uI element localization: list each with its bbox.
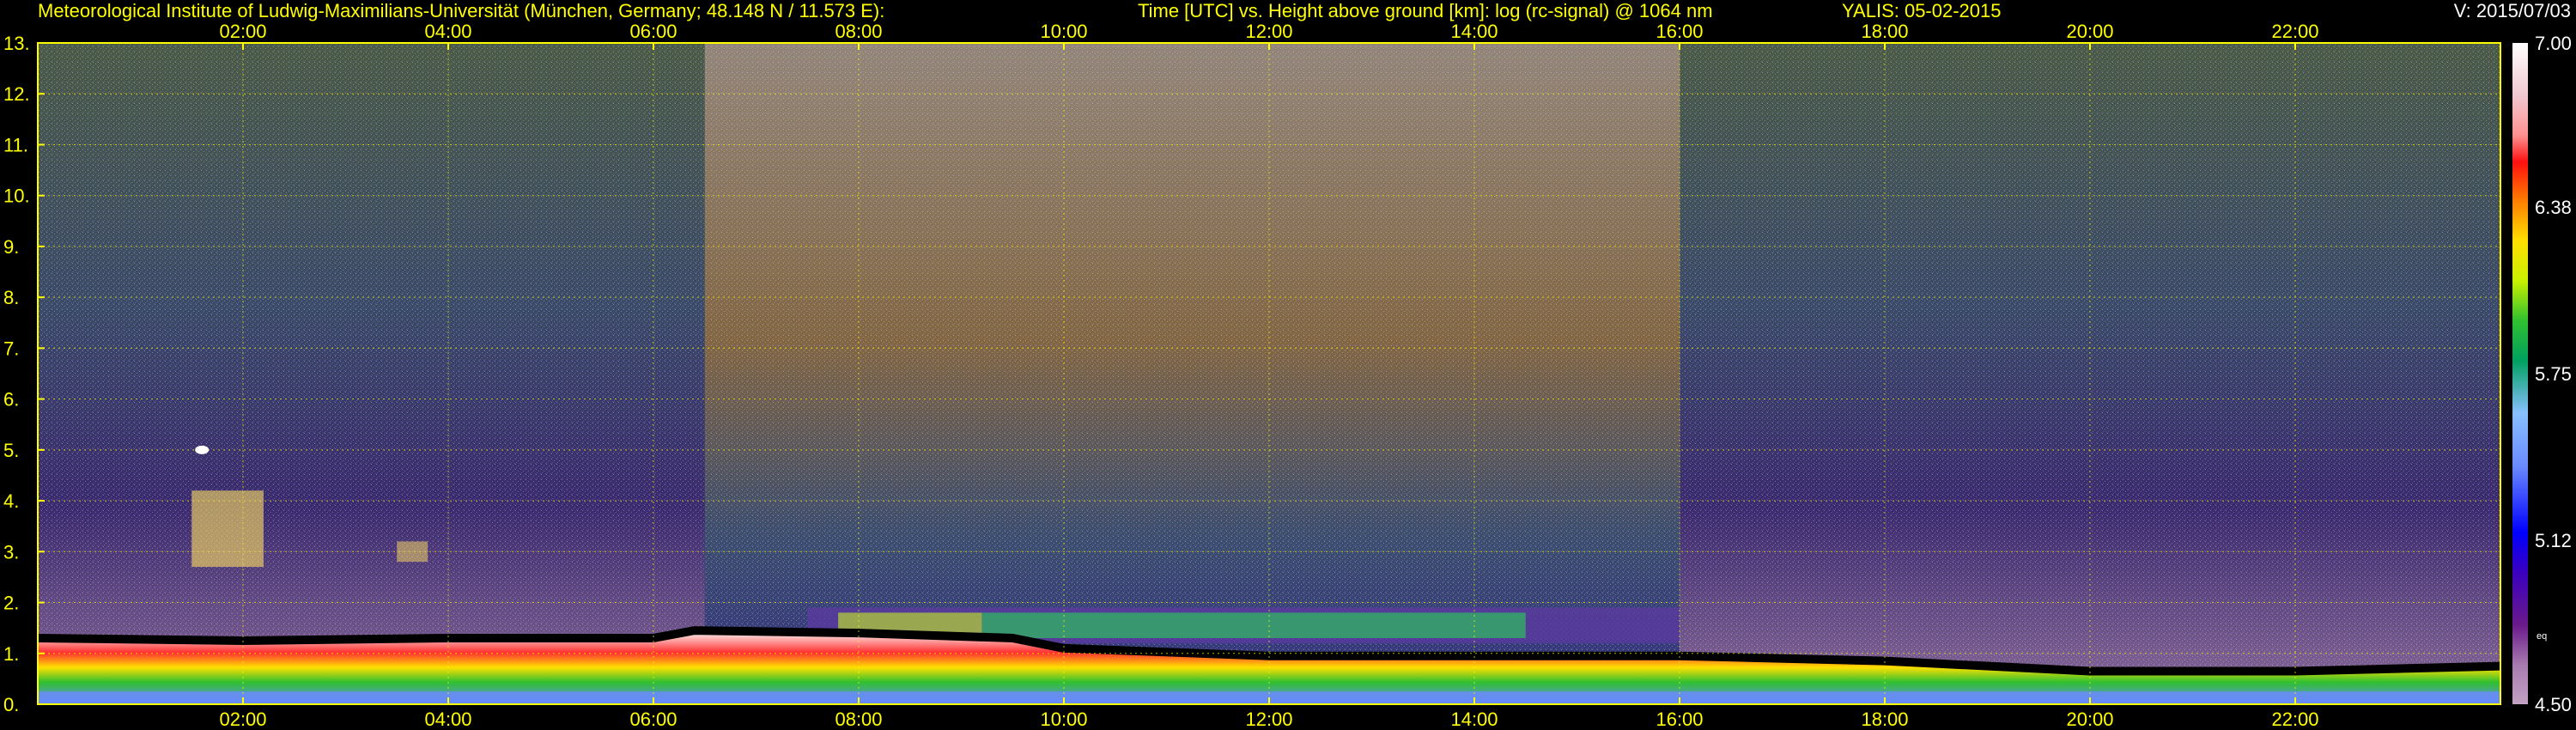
y-tick-label: 13.	[3, 33, 30, 54]
y-tick-label: 8.	[3, 287, 19, 308]
x-tick-label-top: 20:00	[2066, 21, 2113, 42]
y-tick-label: 5.	[3, 440, 19, 461]
x-tick-label-top: 14:00	[1450, 21, 1498, 42]
x-tick-label-bottom: 16:00	[1656, 709, 1703, 730]
x-tick-label-top: 04:00	[424, 21, 471, 42]
cloud-spot	[195, 445, 210, 454]
y-tick-label: 2.	[3, 593, 19, 614]
x-tick-label-bottom: 10:00	[1040, 709, 1087, 730]
x-tick-label-bottom: 02:00	[219, 709, 266, 730]
y-tick-label: 1.	[3, 643, 19, 665]
x-tick-label-top: 22:00	[2271, 21, 2318, 42]
lidar-chart: 02:00 04:00 06:00 08:00 10:00 12:00 14:00 16:00…	[3, 21, 2572, 730]
x-tick-label-bottom: 12:00	[1245, 709, 1292, 730]
y-tick-label: 9.	[3, 236, 19, 258]
x-tick-label-top: 08:00	[835, 21, 882, 42]
x-tick-label-bottom: 18:00	[1861, 709, 1908, 730]
x-tick-label-top: 10:00	[1040, 21, 1087, 42]
colorbar-tick-label: 5.75	[2535, 363, 2572, 385]
x-tick-label-top: 18:00	[1861, 21, 1908, 42]
x-tick-label-top: 12:00	[1245, 21, 1292, 42]
y-tick-label: 3.	[3, 541, 19, 563]
x-tick-label-bottom: 14:00	[1450, 709, 1498, 730]
y-tick-label: 7.	[3, 338, 19, 359]
x-tick-label-top: 02:00	[219, 21, 266, 42]
colorbar-tick-label: 6.38	[2535, 197, 2572, 218]
colorbar-tick-label: 4.50	[2535, 694, 2572, 715]
x-tick-label-bottom: 20:00	[2066, 709, 2113, 730]
x-tick-label-top: 16:00	[1656, 21, 1703, 42]
aerosol-patch	[397, 541, 428, 563]
x-tick-label-bottom: 08:00	[835, 709, 882, 730]
x-tick-label-bottom: 22:00	[2271, 709, 2318, 730]
aerosol-layer	[191, 490, 264, 568]
y-tick-label: 12.	[3, 83, 30, 105]
y-tick-label: 4.	[3, 490, 19, 512]
y-tick-label: 6.	[3, 389, 19, 411]
colorbar: 7.00 6.38 5.75 5.12 4.50 eq	[2512, 33, 2572, 715]
colorbar-labels: 7.00 6.38 5.75 5.12 4.50	[2535, 33, 2572, 715]
residual-layer-green	[981, 612, 1526, 638]
x-tick-label-bottom: 04:00	[424, 709, 471, 730]
colorbar-tick-label: 5.12	[2535, 530, 2572, 551]
colorbar-gradient	[2512, 43, 2528, 704]
y-tick-label: 10.	[3, 186, 30, 207]
y-tick-label: 0.	[3, 694, 19, 715]
colorbar-tick-label: 7.00	[2535, 33, 2572, 54]
colorbar-note: eq	[2537, 631, 2547, 642]
y-tick-label: 11.	[3, 134, 28, 155]
x-tick-label-bottom: 06:00	[629, 709, 677, 730]
x-tick-label-top: 06:00	[629, 21, 677, 42]
